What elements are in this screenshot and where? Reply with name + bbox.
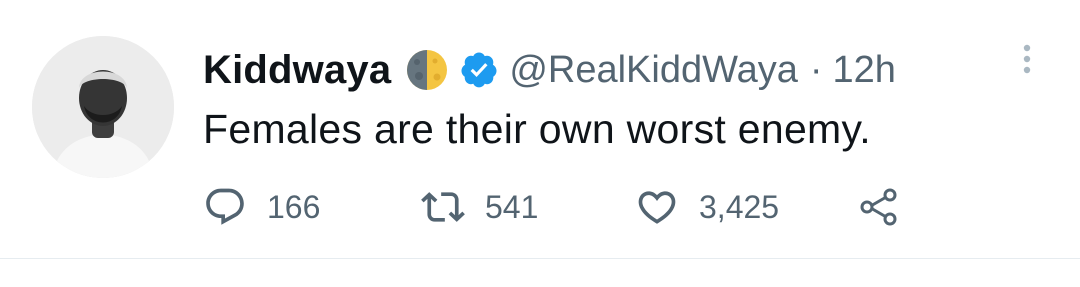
timestamp[interactable]: 12h xyxy=(833,49,896,92)
separator-dot: · xyxy=(809,48,823,91)
like-button[interactable]: 3,425 xyxy=(635,182,779,232)
tweet-header: Kiddwaya @RealKiddWaya · 12h xyxy=(203,40,896,100)
tweet-text: Females are their own worst enemy. xyxy=(203,106,871,152)
avatar-photo xyxy=(32,36,174,178)
retweet-count: 541 xyxy=(485,188,539,225)
like-count: 3,425 xyxy=(699,188,780,225)
share-button[interactable] xyxy=(857,182,901,232)
share-icon xyxy=(857,185,901,229)
display-name[interactable]: Kiddwaya xyxy=(203,48,391,93)
user-handle[interactable]: @RealKiddWaya xyxy=(509,49,798,92)
divider xyxy=(0,258,1080,259)
tweet[interactable]: Kiddwaya @RealKiddWaya · 12h Females are… xyxy=(0,0,1080,258)
avatar[interactable] xyxy=(32,36,174,178)
reply-bubble-icon xyxy=(203,185,247,229)
waxing-gibbous-moon-icon xyxy=(405,48,449,92)
retweet-button[interactable]: 541 xyxy=(421,182,538,232)
more-vertical-icon[interactable] xyxy=(1014,40,1040,80)
verified-badge-icon xyxy=(459,50,499,90)
reply-button[interactable]: 166 xyxy=(203,182,320,232)
tweet-actions: 166 541 3,425 xyxy=(203,182,963,232)
retweet-icon xyxy=(421,185,465,229)
reply-count: 166 xyxy=(267,188,321,225)
heart-icon xyxy=(635,185,679,229)
